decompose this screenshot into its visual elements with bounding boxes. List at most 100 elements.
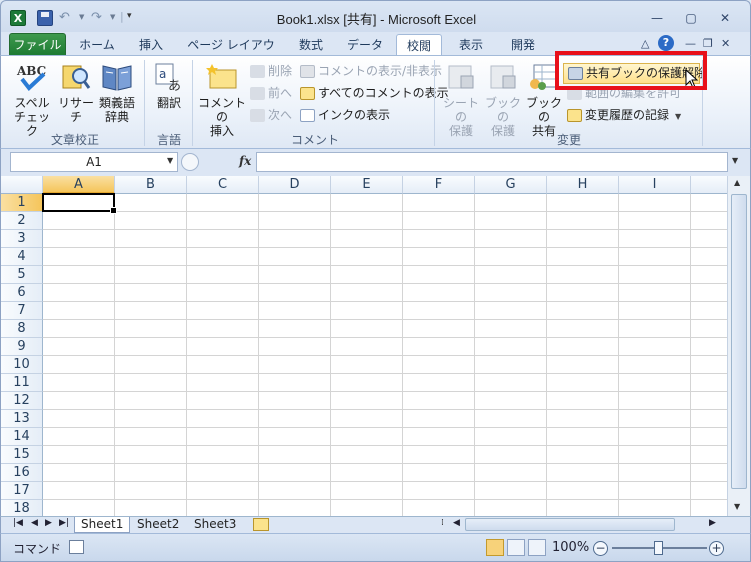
row-header[interactable]: 12 — [1, 392, 43, 410]
formula-bar-expand-icon[interactable] — [181, 153, 199, 171]
status-bar: コマンド 100% − + — [0, 533, 751, 562]
gridline — [43, 355, 731, 356]
delete-comment-icon — [250, 65, 265, 78]
tab-formulas[interactable]: 数式 — [289, 34, 333, 56]
maximize-button[interactable]: ▢ — [678, 10, 704, 26]
thesaurus-button[interactable]: 類義語 辞典 — [97, 62, 137, 124]
insert-worksheet-icon[interactable] — [253, 518, 269, 531]
show-ink-button[interactable]: インクの表示 — [300, 106, 390, 124]
tab-data[interactable]: データ — [339, 34, 391, 56]
column-header-partial[interactable] — [691, 176, 731, 194]
protect-sheet-button[interactable]: シートの 保護 — [439, 62, 483, 138]
active-cell-a1[interactable] — [42, 193, 117, 214]
row-header[interactable]: 14 — [1, 428, 43, 446]
next-sheet-icon[interactable]: ▶ — [45, 518, 52, 528]
worksheet-grid[interactable]: A B C D E F G H I 1 2 3 4 5 6 7 8 9 10 1… — [0, 176, 751, 516]
track-changes-button[interactable]: 変更履歴の記録 ▼ — [567, 106, 681, 124]
research-button[interactable]: リサーチ — [56, 62, 96, 124]
tab-view[interactable]: 表示 — [449, 34, 493, 56]
column-header[interactable]: A — [43, 176, 115, 194]
translate-button[interactable]: aあ 翻訳 — [151, 62, 187, 110]
last-sheet-icon[interactable]: ▶| — [59, 518, 69, 528]
split-handle-icon[interactable]: ⁞ — [441, 518, 444, 528]
workbook-minimize-icon[interactable]: — — [685, 37, 696, 50]
row-header[interactable]: 16 — [1, 464, 43, 482]
vertical-scrollbar[interactable]: ▲ ▼ — [727, 176, 750, 516]
name-box[interactable]: A1 — [10, 152, 178, 172]
previous-comment-button[interactable]: 前へ — [250, 84, 292, 102]
workbook-restore-icon[interactable]: ❐ — [703, 37, 713, 50]
column-header[interactable]: C — [187, 176, 259, 194]
group-label-proofing: 文章校正 — [50, 133, 99, 147]
collapse-ribbon-icon[interactable]: △ — [641, 37, 649, 50]
zoom-level[interactable]: 100% — [552, 540, 589, 555]
column-header[interactable]: F — [403, 176, 475, 194]
next-comment-icon — [250, 109, 265, 122]
name-box-dropdown-icon[interactable]: ▼ — [167, 156, 173, 165]
first-sheet-icon[interactable]: |◀ — [13, 518, 23, 528]
tab-insert[interactable]: 挿入 — [129, 34, 173, 56]
formula-bar-expand-arrow-icon[interactable]: ▼ — [732, 156, 738, 165]
horizontal-scroll-thumb[interactable] — [465, 518, 675, 531]
scroll-down-icon[interactable]: ▼ — [734, 502, 740, 511]
zoom-in-button[interactable]: + — [709, 541, 724, 556]
column-header[interactable]: D — [259, 176, 331, 194]
row-header[interactable]: 4 — [1, 248, 43, 266]
column-header[interactable]: G — [475, 176, 547, 194]
prev-sheet-icon[interactable]: ◀ — [31, 518, 38, 528]
row-header[interactable]: 11 — [1, 374, 43, 392]
column-header[interactable]: I — [619, 176, 691, 194]
row-header[interactable]: 17 — [1, 482, 43, 500]
protect-workbook-button[interactable]: ブックの 保護 — [483, 62, 523, 138]
column-header[interactable]: H — [547, 176, 619, 194]
row-header[interactable]: 5 — [1, 266, 43, 284]
help-icon[interactable]: ? — [658, 35, 674, 51]
scroll-left-icon[interactable]: ◀ — [453, 518, 460, 528]
sheet-tab-sheet3[interactable]: Sheet3 — [188, 517, 242, 533]
column-header[interactable]: E — [331, 176, 403, 194]
show-hide-comment-button[interactable]: コメントの表示/非表示 — [300, 62, 442, 80]
select-all-corner[interactable] — [1, 176, 43, 194]
row-header[interactable]: 8 — [1, 320, 43, 338]
row-header[interactable]: 13 — [1, 410, 43, 428]
page-break-view-icon[interactable] — [528, 539, 546, 556]
sheet-tab-sheet2[interactable]: Sheet2 — [131, 517, 185, 533]
vertical-scroll-thumb[interactable] — [731, 194, 747, 489]
column-header[interactable]: B — [115, 176, 187, 194]
page-layout-view-icon[interactable] — [507, 539, 525, 556]
normal-view-icon[interactable] — [486, 539, 504, 556]
next-comment-button[interactable]: 次へ — [250, 106, 292, 124]
scroll-right-icon[interactable]: ▶ — [709, 518, 716, 528]
row-header[interactable]: 18 — [1, 500, 43, 516]
row-header[interactable]: 7 — [1, 302, 43, 320]
row-header[interactable]: 9 — [1, 338, 43, 356]
workbook-close-icon[interactable]: ✕ — [721, 37, 730, 50]
minimize-button[interactable]: — — [644, 10, 670, 26]
insert-function-icon[interactable]: fx — [239, 154, 251, 168]
new-comment-button[interactable]: コメントの 挿入 — [197, 62, 247, 138]
zoom-slider-thumb[interactable] — [654, 541, 663, 555]
formula-input[interactable] — [256, 152, 728, 172]
tab-home[interactable]: ホーム — [73, 34, 121, 56]
row-header[interactable]: 10 — [1, 356, 43, 374]
spelling-button[interactable]: ABC スペル チェック — [13, 62, 51, 138]
tab-developer[interactable]: 開発 — [501, 34, 545, 56]
scroll-up-icon[interactable]: ▲ — [734, 178, 740, 187]
macro-record-icon[interactable] — [69, 540, 84, 554]
row-header[interactable]: 1 — [1, 194, 43, 212]
protect-workbook-icon — [487, 62, 519, 92]
spell-check-icon: ABC — [16, 62, 48, 92]
row-header[interactable]: 2 — [1, 212, 43, 230]
gridline — [43, 427, 731, 428]
row-header[interactable]: 6 — [1, 284, 43, 302]
delete-comment-button[interactable]: 削除 — [250, 62, 292, 80]
show-all-comments-button[interactable]: すべてのコメントの表示 — [300, 84, 449, 102]
tab-file[interactable]: ファイル — [9, 33, 66, 56]
tab-page-layout[interactable]: ページ レイアウト — [183, 34, 279, 74]
sheet-tab-sheet1[interactable]: Sheet1 — [74, 517, 131, 533]
row-header[interactable]: 3 — [1, 230, 43, 248]
close-button[interactable]: ✕ — [712, 10, 738, 26]
row-header[interactable]: 15 — [1, 446, 43, 464]
track-changes-dropdown-icon[interactable]: ▼ — [675, 112, 681, 121]
zoom-out-button[interactable]: − — [593, 541, 608, 556]
